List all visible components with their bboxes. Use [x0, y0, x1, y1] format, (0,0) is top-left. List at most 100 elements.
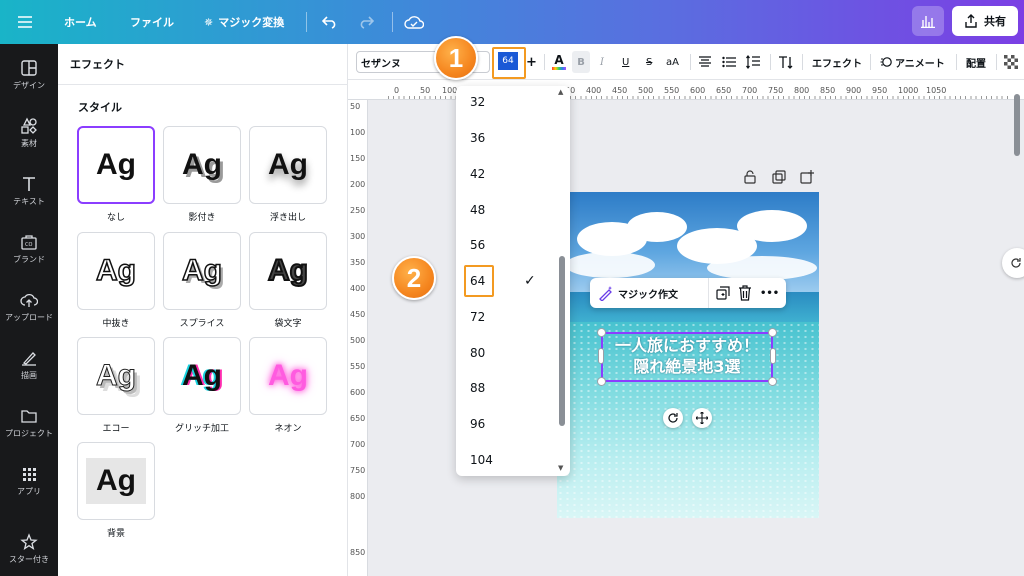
font-size-option[interactable]: 72 [470, 307, 550, 327]
scrollbar-thumb[interactable] [559, 256, 565, 426]
lock-icon[interactable] [744, 170, 756, 187]
rail-item-starred[interactable]: スター付き [0, 524, 58, 574]
add-page-icon[interactable] [800, 170, 814, 187]
resize-handle[interactable] [768, 328, 777, 337]
move-icon[interactable] [692, 408, 712, 428]
rail-item-text[interactable]: テキスト [0, 166, 58, 216]
effects-panel: エフェクト スタイル Ag なし Ag 影付き Ag 浮き出し Ag 中抜き A… [58, 44, 348, 576]
style-card-none[interactable]: Ag [77, 126, 155, 204]
ruler-label: 1000 [898, 86, 919, 95]
magic-switch-button[interactable]: ✵ マジック変換 [204, 0, 284, 44]
rail-label: ブランド [13, 255, 45, 264]
duplicate-page-icon[interactable] [772, 170, 786, 187]
style-card-shadow[interactable]: Ag [163, 126, 241, 204]
font-size-option[interactable]: 48 [470, 200, 550, 220]
resize-handle[interactable] [768, 377, 777, 386]
animate-icon [880, 57, 892, 67]
effects-button[interactable]: エフェクト [812, 44, 862, 80]
selected-text-box[interactable]: 一人旅におすすめ！ 隠れ絶景地3選 [601, 332, 773, 382]
case-button[interactable]: aA [666, 44, 679, 80]
scrollbar-thumb[interactable] [1014, 94, 1020, 156]
font-size-option[interactable]: 36 [470, 128, 550, 148]
rail-label: 素材 [21, 139, 37, 148]
style-card-lift[interactable]: Ag [249, 126, 327, 204]
rotate-icon[interactable] [663, 408, 683, 428]
font-size-option[interactable]: 42 [470, 164, 550, 184]
text-color-button[interactable]: A [552, 44, 566, 80]
font-size-option[interactable]: 32 [470, 92, 550, 112]
brand-icon: CO [21, 235, 37, 250]
panel-title: エフェクト [70, 58, 125, 71]
canvas-scrollbar[interactable] [1012, 92, 1022, 576]
font-size-option[interactable]: 88 [470, 378, 550, 398]
rail-label: テキスト [13, 197, 45, 206]
ruler-label: 900 [846, 86, 862, 95]
font-size-option[interactable]: 104 [470, 450, 550, 470]
style-card-outline[interactable]: Ag [249, 232, 327, 310]
style-card-hollow[interactable]: Ag [77, 232, 155, 310]
rail-item-upload[interactable]: アップロード [0, 282, 58, 332]
rail-item-elements[interactable]: 素材 [0, 108, 58, 158]
size-increase-button[interactable]: + [526, 44, 537, 80]
ruler-label: 650 [716, 86, 732, 95]
cloud-saved-icon[interactable] [404, 0, 424, 44]
rail-item-projects[interactable]: プロジェクト [0, 398, 58, 448]
share-button[interactable]: 共有 [952, 6, 1018, 36]
vertical-text-icon[interactable] [778, 44, 794, 80]
style-card-echo[interactable]: Ag [77, 337, 155, 415]
style-sample: Ag [96, 359, 137, 392]
bold-button[interactable]: B [572, 51, 590, 73]
more-options-button[interactable]: ••• [760, 278, 779, 308]
underline-button[interactable]: U [622, 44, 629, 80]
redo-icon[interactable] [358, 0, 374, 44]
annotation-highlight-size-64 [464, 265, 494, 297]
style-card-neon[interactable]: Ag [249, 337, 327, 415]
rail-item-draw[interactable]: 描画 [0, 340, 58, 390]
title-line-2: 隠れ絶景地3選 [633, 357, 741, 376]
svg-text:CO: CO [25, 242, 32, 248]
style-card-glitch[interactable]: Ag [163, 337, 241, 415]
rail-item-brand[interactable]: CO ブランド [0, 224, 58, 274]
insights-icon[interactable] [912, 6, 944, 36]
italic-button[interactable]: I [600, 44, 604, 80]
font-size-option[interactable]: 80 [470, 343, 550, 363]
resize-handle[interactable] [770, 348, 776, 364]
list-icon[interactable] [722, 44, 736, 80]
spacing-icon[interactable] [746, 44, 760, 80]
strikethrough-button[interactable]: S [646, 44, 652, 80]
dropdown-scrollbar[interactable]: ▲ ▼ [557, 86, 567, 476]
scroll-down-icon[interactable]: ▼ [558, 464, 563, 472]
font-size-option[interactable]: 56 [470, 235, 550, 255]
align-icon[interactable] [698, 44, 712, 80]
refresh-icon[interactable] [1002, 248, 1024, 278]
ruler-label: 650 [350, 414, 366, 423]
position-button[interactable]: 配置 [966, 44, 986, 80]
menu-icon[interactable] [18, 0, 32, 44]
resize-handle[interactable] [597, 328, 606, 337]
style-card-splice[interactable]: Ag [163, 232, 241, 310]
resize-handle[interactable] [597, 377, 606, 386]
draw-icon [22, 352, 36, 366]
trash-icon[interactable] [738, 285, 752, 304]
animate-button[interactable]: アニメート [880, 44, 945, 80]
style-card-background[interactable]: Ag [77, 442, 155, 520]
rail-label: 描画 [21, 371, 37, 380]
divider [802, 54, 803, 70]
font-size-option[interactable]: 96 [470, 414, 550, 434]
text-icon [23, 177, 35, 191]
transparency-icon[interactable] [1004, 44, 1018, 80]
rail-item-apps[interactable]: アプリ [0, 456, 58, 506]
file-menu[interactable]: ファイル [130, 0, 174, 44]
style-sample: Ag [181, 254, 223, 287]
annotation-highlight-size-input [492, 47, 526, 79]
undo-icon[interactable] [322, 0, 338, 44]
style-label: スプライス [179, 319, 225, 329]
rail-item-design[interactable]: デザイン [0, 50, 58, 100]
magic-write-button[interactable]: マジック作文 [618, 278, 678, 308]
resize-handle[interactable] [598, 348, 604, 364]
left-rail: デザイン 素材 テキスト CO ブランド アップロード 描画 プロジェクト アプ… [0, 44, 58, 576]
scroll-up-icon[interactable]: ▲ [558, 88, 563, 96]
ruler-label: 850 [350, 548, 366, 557]
home-button[interactable]: ホーム [64, 0, 97, 44]
duplicate-icon[interactable] [716, 286, 730, 303]
